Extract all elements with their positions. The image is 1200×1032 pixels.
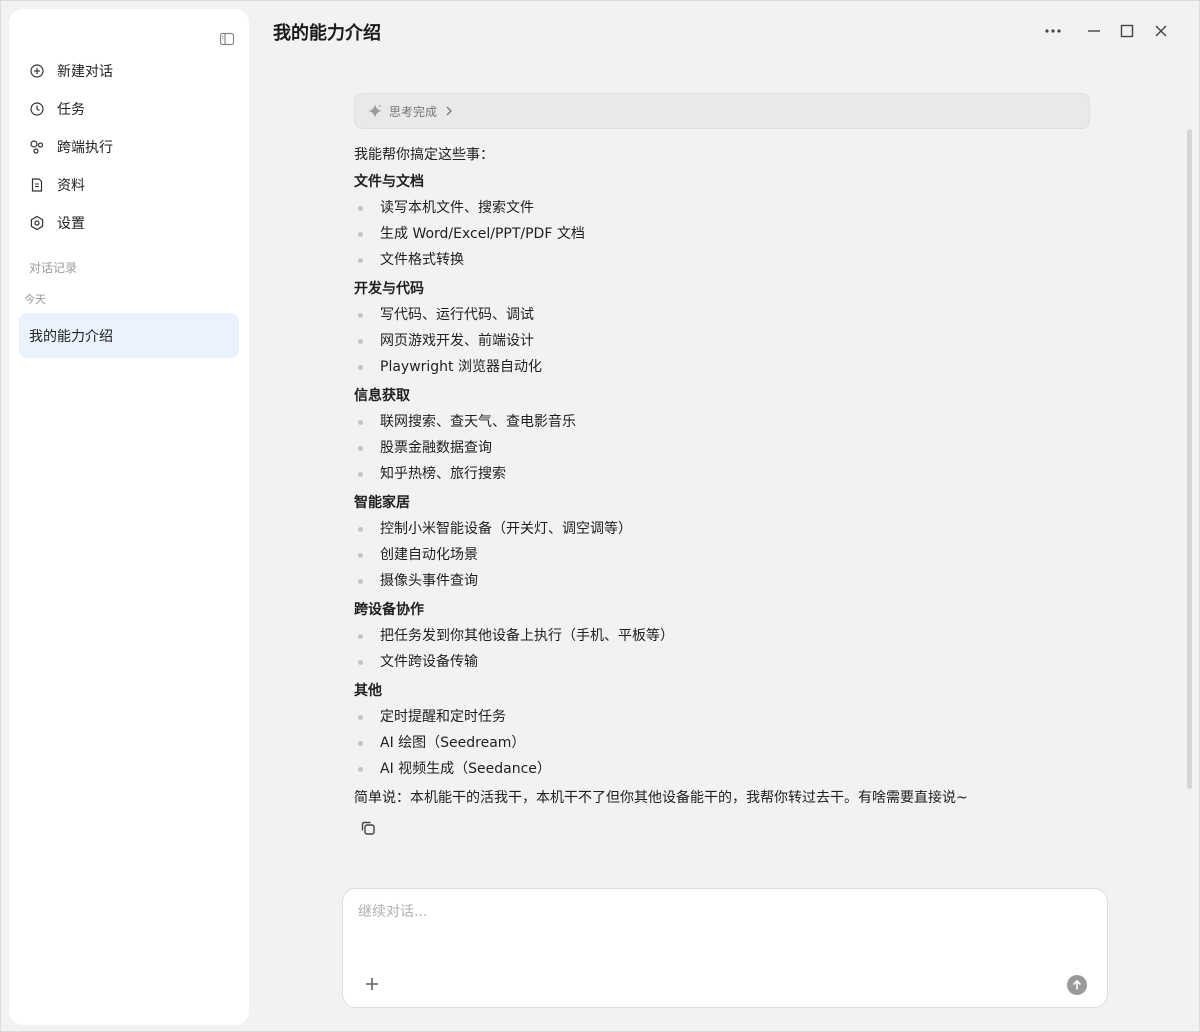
list-item: 文件格式转换 <box>354 247 1094 273</box>
chevron-right-icon <box>445 106 453 116</box>
sidebar-item-tasks[interactable]: 任务 <box>9 90 249 128</box>
close-icon[interactable] <box>1151 21 1171 41</box>
list-item: AI 视频生成（Seedance） <box>354 756 1094 782</box>
list-item: 知乎热榜、旅行搜索 <box>354 461 1094 487</box>
conversation-item[interactable]: 我的能力介绍 <box>19 313 239 358</box>
assistant-message: 思考完成 我能帮你搞定这些事： 文件与文档 读写本机文件、搜索文件 生成 Wor… <box>354 93 1094 839</box>
list-item: 创建自动化场景 <box>354 542 1094 568</box>
list-item: 网页游戏开发、前端设计 <box>354 328 1094 354</box>
sidebar-item-cross-device[interactable]: 跨端执行 <box>9 128 249 166</box>
category-heading: 智能家居 <box>354 495 410 511</box>
devices-icon <box>29 139 45 155</box>
sidebar-item-label: 设置 <box>57 216 85 232</box>
thinking-label: 思考完成 <box>389 104 438 119</box>
category-heading: 文件与文档 <box>354 174 424 190</box>
list-item: 联网搜索、查天气、查电影音乐 <box>354 409 1094 435</box>
category-heading: 跨设备协作 <box>354 602 424 618</box>
sidebar-item-label: 新建对话 <box>57 64 113 80</box>
clock-icon <box>29 101 45 117</box>
document-icon <box>29 177 45 193</box>
list-item: 定时提醒和定时任务 <box>354 704 1094 730</box>
page-title: 我的能力介绍 <box>273 23 381 44</box>
category-heading: 信息获取 <box>354 388 410 404</box>
maximize-icon[interactable] <box>1117 21 1137 41</box>
scrollbar[interactable] <box>1187 129 1192 789</box>
category-heading: 其他 <box>354 683 382 699</box>
sidebar-item-label: 任务 <box>57 102 85 118</box>
sidebar: 新建对话 任务 跨端执行 资料 设置 对话记录 今天 我的能力介绍 <box>9 9 249 1025</box>
add-attachment-icon[interactable] <box>363 975 381 993</box>
sidebar-item-resources[interactable]: 资料 <box>9 166 249 204</box>
sidebar-nav: 新建对话 任务 跨端执行 资料 设置 <box>9 52 249 242</box>
list-item: 文件跨设备传输 <box>354 649 1094 675</box>
app-window: 新建对话 任务 跨端执行 资料 设置 对话记录 今天 我的能力介绍 我的能力介绍… <box>0 0 1200 1032</box>
sidebar-item-label: 跨端执行 <box>57 140 113 156</box>
composer <box>342 888 1108 1008</box>
list-item: 把任务发到你其他设备上执行（手机、平板等） <box>354 623 1094 649</box>
history-section-label: 对话记录 <box>29 261 78 275</box>
sidebar-item-new-chat[interactable]: 新建对话 <box>9 52 249 90</box>
send-button[interactable] <box>1067 975 1087 995</box>
list-item: 读写本机文件、搜索文件 <box>354 195 1094 221</box>
message-intro: 我能帮你搞定这些事： <box>354 147 494 163</box>
minimize-icon[interactable] <box>1084 21 1104 41</box>
gear-icon <box>29 215 45 231</box>
list-item: 生成 Word/Excel/PPT/PDF 文档 <box>354 221 1094 247</box>
conversation-item-label: 我的能力介绍 <box>29 328 113 345</box>
more-options-icon[interactable] <box>1043 21 1063 41</box>
sidebar-toggle-icon[interactable] <box>219 31 235 47</box>
sparkle-icon <box>367 103 383 119</box>
arrow-up-icon <box>1072 979 1082 990</box>
list-item: Playwright 浏览器自动化 <box>354 354 1094 380</box>
list-item: 股票金融数据查询 <box>354 435 1094 461</box>
sidebar-item-label: 资料 <box>57 178 85 194</box>
list-item: AI 绘图（Seedream） <box>354 730 1094 756</box>
thinking-status-toggle[interactable]: 思考完成 <box>354 93 1090 129</box>
sidebar-item-settings[interactable]: 设置 <box>9 204 249 242</box>
history-day-label: 今天 <box>24 293 46 306</box>
message-input[interactable] <box>358 901 1058 923</box>
category-heading: 开发与代码 <box>354 281 424 297</box>
list-item: 摄像头事件查询 <box>354 568 1094 594</box>
list-item: 写代码、运行代码、调试 <box>354 302 1094 328</box>
list-item: 控制小米智能设备（开关灯、调空调等） <box>354 516 1094 542</box>
copy-icon[interactable] <box>359 819 379 839</box>
plus-circle-icon <box>29 63 45 79</box>
message-summary: 简单说：本机能干的活我干，本机干不了但你其他设备能干的，我帮你转过去干。有啥需要… <box>354 790 968 806</box>
